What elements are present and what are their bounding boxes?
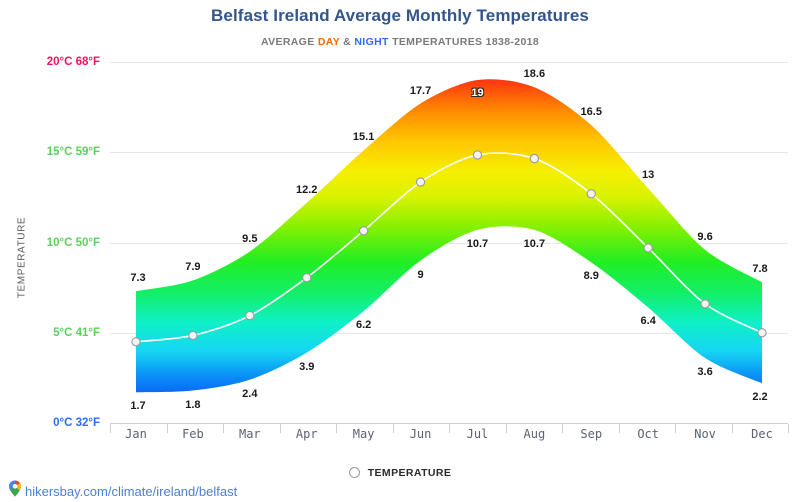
day-temp-label-sep: 16.5 [580, 106, 602, 119]
night-temp-label-mar: 2.4 [242, 387, 258, 400]
night-temp-label-jun: 9 [417, 268, 424, 281]
night-temp-label-nov: 3.6 [697, 366, 713, 379]
x-axis-label-oct: Oct [637, 427, 660, 441]
x-axis-tick [562, 424, 563, 433]
data-point-marker[interactable] [188, 330, 198, 341]
night-temp-label-feb: 1.8 [185, 398, 201, 411]
day-temp-label-nov: 9.6 [697, 230, 713, 243]
night-temp-label-may: 6.2 [355, 319, 372, 332]
x-axis-label-jun: Jun [409, 427, 432, 441]
data-point-marker[interactable] [302, 273, 312, 283]
y-axis-tick-label: 5°C 41°F [53, 326, 100, 339]
y-axis-title: TEMPERATURE [16, 216, 28, 299]
source-url[interactable]: hikersbay.com/climate/ireland/belfast [25, 484, 237, 499]
gridline [110, 242, 788, 244]
subtitle-amp: & [339, 36, 355, 48]
day-temp-label-mar: 9.5 [242, 232, 258, 245]
x-axis-tick [449, 424, 450, 433]
data-point-marker[interactable] [757, 328, 767, 338]
data-point-marker[interactable] [529, 153, 540, 164]
x-axis-tick [788, 424, 789, 433]
x-axis-tick [731, 424, 733, 433]
data-point-marker[interactable] [472, 150, 483, 160]
day-temp-label-aug: 18.6 [523, 68, 546, 81]
x-axis-tick [505, 424, 507, 433]
gridline [110, 332, 788, 334]
subtitle-pre: AVERAGE [260, 36, 318, 48]
night-temp-label-jul: 10.7 [466, 237, 489, 250]
day-temp-label-jul: 19 [471, 87, 484, 100]
y-axis-tick-label: 20°C 68°F [46, 56, 100, 68]
day-temp-label-dec: 7.8 [752, 263, 768, 276]
data-point-marker[interactable] [358, 226, 369, 236]
circle-marker-icon [348, 467, 360, 478]
legend-item-temperature[interactable]: TEMPERATURE [368, 467, 452, 479]
x-axis-tick [675, 424, 676, 433]
x-axis-label-may: May [352, 427, 375, 441]
y-axis-tick-label: 0°C 32°F [53, 417, 100, 429]
x-axis-tick [166, 424, 168, 433]
night-temp-label-jan: 1.7 [130, 400, 146, 413]
data-point-marker[interactable] [643, 243, 653, 253]
day-temp-label-jun: 17.7 [409, 84, 432, 97]
data-point-marker[interactable] [415, 177, 426, 187]
page-title: Belfast Ireland Average Monthly Temperat… [211, 6, 589, 25]
temperature-range-band [136, 79, 762, 393]
source-footer[interactable]: hikersbay.com/climate/ireland/belfast [8, 480, 237, 502]
x-axis-label-nov: Nov [694, 427, 716, 441]
map-pin-icon [8, 480, 22, 502]
y-axis-tick-label: 10°C 50°F [46, 236, 100, 249]
day-temp-label-feb: 7.9 [185, 261, 201, 274]
data-point-marker[interactable] [700, 299, 710, 309]
gridline [110, 152, 788, 154]
subtitle-day: DAY [317, 36, 340, 48]
x-axis-tick [618, 424, 620, 433]
average-temperature-line [135, 152, 763, 343]
chart-subtitle: AVERAGE DAY & NIGHT TEMPERATURES 1838-20… [0, 36, 800, 48]
x-axis-tick [336, 424, 337, 433]
data-point-marker[interactable] [245, 310, 255, 321]
x-axis-label-feb: Feb [182, 427, 204, 441]
x-axis-label-jan: Jan [125, 427, 147, 441]
x-axis-label-apr: Apr [295, 427, 318, 441]
x-axis-tick [110, 424, 111, 433]
x-axis-tick [223, 424, 224, 433]
x-axis-label-dec: Dec [751, 427, 773, 441]
night-temp-label-dec: 2.2 [752, 391, 768, 404]
day-temp-label-may: 15.1 [352, 131, 375, 144]
x-axis-label-jul: Jul [466, 427, 489, 441]
night-temp-label-sep: 8.9 [583, 270, 599, 283]
x-axis-label-sep: Sep [580, 427, 603, 441]
x-axis-label-mar: Mar [238, 427, 261, 441]
data-point-marker[interactable] [586, 189, 596, 199]
y-axis-tick-label: 15°C 59°F [46, 146, 100, 159]
day-temp-label-apr: 12.2 [296, 183, 318, 196]
night-temp-label-oct: 6.4 [640, 315, 656, 328]
plot-area [131, 79, 767, 393]
day-temp-label-oct: 13 [642, 169, 655, 182]
subtitle-post: TEMPERATURES 1838-2018 [388, 36, 540, 48]
night-temp-label-aug: 10.7 [523, 237, 546, 250]
day-temp-label-jan: 7.3 [130, 272, 146, 285]
x-axis-label-aug: Aug [523, 427, 546, 441]
x-axis-tick [279, 424, 281, 433]
night-temp-label-apr: 3.9 [299, 360, 315, 373]
subtitle-night: NIGHT [354, 36, 389, 48]
data-point-marker[interactable] [131, 337, 141, 347]
temperature-chart: Belfast Ireland Average Monthly Temperat… [0, 0, 800, 500]
x-axis-tick [392, 424, 394, 433]
gridline [110, 62, 788, 63]
